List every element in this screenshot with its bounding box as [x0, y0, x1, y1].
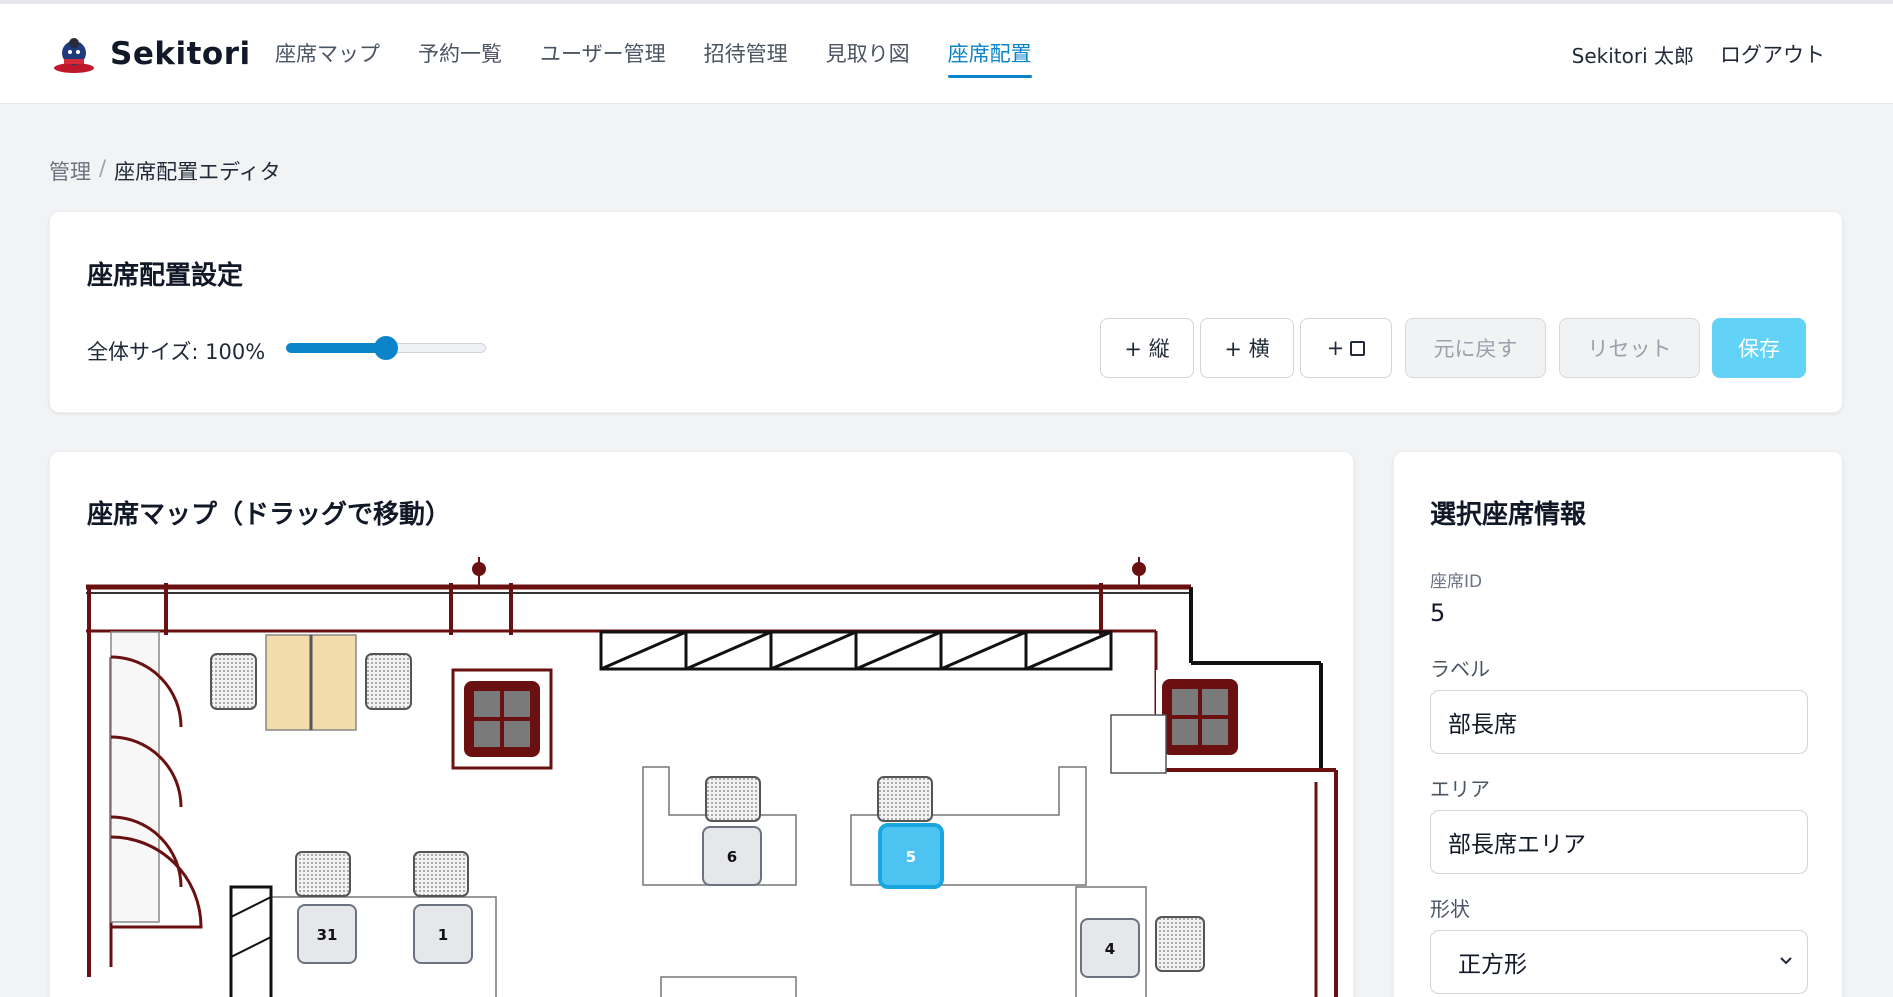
add-vertical-label: + 縦	[1124, 337, 1170, 361]
pillars	[451, 668, 1252, 774]
save-button[interactable]: 保存	[1712, 318, 1806, 378]
floor-plan-canvas[interactable]: 31 1 6 5 4	[86, 557, 1346, 997]
window-shelving	[599, 630, 1113, 671]
nav-user-management[interactable]: ユーザー管理	[540, 43, 666, 65]
shape-field-label: 形状	[1430, 897, 1470, 921]
chevron-down-icon	[1780, 957, 1792, 965]
seat-1-label: 1	[438, 926, 448, 944]
selected-seat-title: 選択座席情報	[1430, 500, 1587, 530]
seat-6[interactable]: 6	[702, 826, 762, 886]
seat-1[interactable]: 1	[413, 904, 473, 964]
label-input[interactable]: 部長席	[1430, 690, 1808, 754]
user-name: Sekitori 太郎	[1571, 43, 1694, 68]
seat-id-label: 座席ID	[1430, 572, 1483, 592]
desks	[229, 766, 1147, 997]
layout-settings-card: 座席配置設定 全体サイズ: 100% + 縦 + 横 + 元に戻す リセット 保…	[49, 211, 1843, 413]
seat-31[interactable]: 31	[297, 904, 357, 964]
label-input-value: 部長席	[1448, 712, 1517, 738]
sumo-mascot-icon	[54, 38, 94, 73]
user-area: Sekitori 太郎 ログアウト	[1572, 4, 1825, 104]
main-nav: 座席マップ 予約一覧 ユーザー管理 招待管理 見取り図 座席配置	[275, 4, 1070, 104]
add-square-button[interactable]: +	[1300, 318, 1392, 378]
square-icon	[1350, 340, 1366, 356]
add-horizontal-label: + 横	[1224, 337, 1270, 361]
add-vertical-button[interactable]: + 縦	[1100, 318, 1194, 378]
add-horizontal-button[interactable]: + 横	[1200, 318, 1294, 378]
seat-4-label: 4	[1105, 940, 1115, 958]
save-label: 保存	[1738, 337, 1780, 361]
seat-6-label: 6	[727, 848, 737, 866]
nav-seat-layout[interactable]: 座席配置	[947, 43, 1032, 78]
seat-5-label: 5	[906, 848, 916, 866]
nav-seat-map[interactable]: 座席マップ	[275, 43, 380, 65]
overall-size-slider[interactable]	[286, 336, 486, 360]
label-field-label: ラベル	[1430, 657, 1490, 681]
reset-label: リセット	[1587, 337, 1672, 361]
shape-select[interactable]: 正方形	[1430, 930, 1808, 994]
seat-5[interactable]: 5	[878, 823, 944, 889]
slider-thumb[interactable]	[374, 336, 398, 360]
undo-label: 元に戻す	[1433, 337, 1518, 361]
breadcrumb-parent[interactable]: 管理	[49, 156, 91, 186]
brand[interactable]: Sekitori	[52, 34, 251, 74]
top-navbar: Sekitori 座席マップ 予約一覧 ユーザー管理 招待管理 見取り図 座席配…	[0, 4, 1893, 104]
breadcrumb-separator: /	[99, 156, 107, 180]
seat-map-title: 座席マップ（ドラッグで移動）	[87, 500, 452, 530]
overall-size-label: 全体サイズ: 100%	[87, 340, 266, 364]
shape-select-value: 正方形	[1458, 952, 1527, 978]
area-input-value: 部長席エリア	[1448, 832, 1586, 858]
seat-31-label: 31	[317, 926, 338, 944]
meeting-table	[210, 634, 412, 731]
reset-button[interactable]: リセット	[1559, 318, 1700, 378]
seat-4[interactable]: 4	[1080, 918, 1140, 978]
seat-id-value: 5	[1430, 599, 1446, 627]
seat-map-card: 座席マップ（ドラッグで移動） 31 1 6 5 4	[49, 451, 1354, 997]
add-square-label: +	[1326, 336, 1345, 360]
nav-reservations[interactable]: 予約一覧	[418, 43, 502, 65]
brand-name: Sekitori	[110, 36, 251, 72]
area-field-label: エリア	[1430, 777, 1490, 801]
nav-invitations[interactable]: 招待管理	[704, 43, 788, 65]
doors	[110, 631, 203, 929]
logout-link[interactable]: ログアウト	[1720, 39, 1825, 69]
area-input[interactable]: 部長席エリア	[1430, 810, 1808, 874]
settings-title: 座席配置設定	[87, 261, 244, 291]
nav-floor-plan[interactable]: 見取り図	[826, 43, 910, 65]
breadcrumb-current: 座席配置エディタ	[114, 160, 281, 184]
selected-seat-info-card: 選択座席情報 座席ID 5 ラベル 部長席 エリア 部長席エリア 形状 正方形	[1393, 451, 1843, 997]
undo-button[interactable]: 元に戻す	[1405, 318, 1546, 378]
breadcrumb: 管理 / 座席配置エディタ	[49, 156, 281, 186]
slider-fill	[286, 343, 386, 353]
